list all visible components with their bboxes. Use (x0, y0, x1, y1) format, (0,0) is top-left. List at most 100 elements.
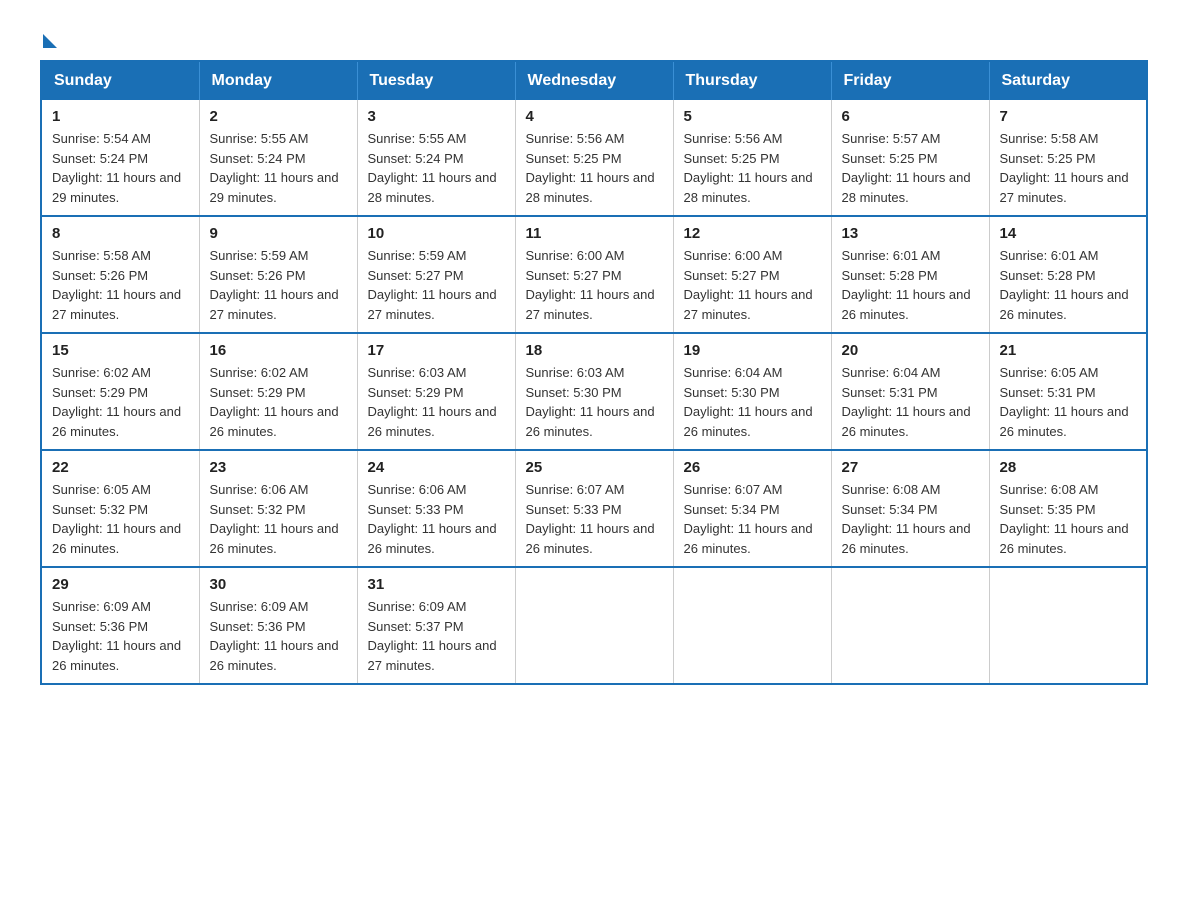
day-number: 4 (526, 108, 663, 125)
day-info: Sunrise: 6:09 AMSunset: 5:36 PMDaylight:… (210, 597, 347, 675)
day-number: 7 (1000, 108, 1137, 125)
weekday-header-saturday: Saturday (989, 61, 1147, 100)
day-number: 21 (1000, 342, 1137, 359)
calendar-cell: 20 Sunrise: 6:04 AMSunset: 5:31 PMDayligh… (831, 333, 989, 450)
calendar-cell: 21 Sunrise: 6:05 AMSunset: 5:31 PMDayligh… (989, 333, 1147, 450)
calendar-cell: 3 Sunrise: 5:55 AMSunset: 5:24 PMDaylight… (357, 100, 515, 216)
day-info: Sunrise: 6:00 AMSunset: 5:27 PMDaylight:… (526, 246, 663, 324)
weekday-header-wednesday: Wednesday (515, 61, 673, 100)
day-number: 12 (684, 225, 821, 242)
weekday-header-row: SundayMondayTuesdayWednesdayThursdayFrid… (41, 61, 1147, 100)
calendar-cell: 14 Sunrise: 6:01 AMSunset: 5:28 PMDayligh… (989, 216, 1147, 333)
calendar-cell: 10 Sunrise: 5:59 AMSunset: 5:27 PMDayligh… (357, 216, 515, 333)
day-info: Sunrise: 6:03 AMSunset: 5:30 PMDaylight:… (526, 363, 663, 441)
day-info: Sunrise: 6:07 AMSunset: 5:34 PMDaylight:… (684, 480, 821, 558)
calendar-cell (831, 567, 989, 684)
day-info: Sunrise: 5:59 AMSunset: 5:27 PMDaylight:… (368, 246, 505, 324)
day-info: Sunrise: 6:05 AMSunset: 5:32 PMDaylight:… (52, 480, 189, 558)
day-number: 17 (368, 342, 505, 359)
day-number: 2 (210, 108, 347, 125)
day-number: 16 (210, 342, 347, 359)
weekday-header-sunday: Sunday (41, 61, 199, 100)
day-number: 3 (368, 108, 505, 125)
day-number: 11 (526, 225, 663, 242)
calendar-cell (673, 567, 831, 684)
day-number: 15 (52, 342, 189, 359)
day-info: Sunrise: 6:04 AMSunset: 5:30 PMDaylight:… (684, 363, 821, 441)
calendar-cell: 28 Sunrise: 6:08 AMSunset: 5:35 PMDayligh… (989, 450, 1147, 567)
day-number: 26 (684, 459, 821, 476)
calendar-cell (515, 567, 673, 684)
calendar-cell: 17 Sunrise: 6:03 AMSunset: 5:29 PMDayligh… (357, 333, 515, 450)
day-number: 5 (684, 108, 821, 125)
day-info: Sunrise: 6:08 AMSunset: 5:35 PMDaylight:… (1000, 480, 1137, 558)
calendar-cell (989, 567, 1147, 684)
day-number: 10 (368, 225, 505, 242)
calendar-cell: 22 Sunrise: 6:05 AMSunset: 5:32 PMDayligh… (41, 450, 199, 567)
day-number: 25 (526, 459, 663, 476)
day-number: 6 (842, 108, 979, 125)
calendar-cell: 31 Sunrise: 6:09 AMSunset: 5:37 PMDayligh… (357, 567, 515, 684)
day-info: Sunrise: 6:02 AMSunset: 5:29 PMDaylight:… (52, 363, 189, 441)
calendar-table: SundayMondayTuesdayWednesdayThursdayFrid… (40, 60, 1148, 685)
day-info: Sunrise: 6:02 AMSunset: 5:29 PMDaylight:… (210, 363, 347, 441)
calendar-cell: 30 Sunrise: 6:09 AMSunset: 5:36 PMDayligh… (199, 567, 357, 684)
day-number: 29 (52, 576, 189, 593)
day-number: 23 (210, 459, 347, 476)
day-info: Sunrise: 6:00 AMSunset: 5:27 PMDaylight:… (684, 246, 821, 324)
day-info: Sunrise: 6:08 AMSunset: 5:34 PMDaylight:… (842, 480, 979, 558)
calendar-cell: 18 Sunrise: 6:03 AMSunset: 5:30 PMDayligh… (515, 333, 673, 450)
day-number: 31 (368, 576, 505, 593)
calendar-week-row: 8Sunrise: 5:58 AMSunset: 5:26 PMDaylight… (41, 216, 1147, 333)
calendar-cell: 29 Sunrise: 6:09 AMSunset: 5:36 PMDayligh… (41, 567, 199, 684)
day-number: 20 (842, 342, 979, 359)
day-number: 28 (1000, 459, 1137, 476)
day-info: Sunrise: 5:57 AMSunset: 5:25 PMDaylight:… (842, 129, 979, 207)
calendar-cell: 2 Sunrise: 5:55 AMSunset: 5:24 PMDaylight… (199, 100, 357, 216)
day-info: Sunrise: 6:01 AMSunset: 5:28 PMDaylight:… (1000, 246, 1137, 324)
day-number: 18 (526, 342, 663, 359)
day-info: Sunrise: 5:56 AMSunset: 5:25 PMDaylight:… (526, 129, 663, 207)
day-info: Sunrise: 5:59 AMSunset: 5:26 PMDaylight:… (210, 246, 347, 324)
day-number: 14 (1000, 225, 1137, 242)
day-info: Sunrise: 6:09 AMSunset: 5:37 PMDaylight:… (368, 597, 505, 675)
calendar-cell: 11 Sunrise: 6:00 AMSunset: 5:27 PMDayligh… (515, 216, 673, 333)
day-number: 22 (52, 459, 189, 476)
day-info: Sunrise: 6:04 AMSunset: 5:31 PMDaylight:… (842, 363, 979, 441)
day-info: Sunrise: 6:06 AMSunset: 5:33 PMDaylight:… (368, 480, 505, 558)
weekday-header-monday: Monday (199, 61, 357, 100)
day-info: Sunrise: 5:58 AMSunset: 5:26 PMDaylight:… (52, 246, 189, 324)
calendar-cell: 7 Sunrise: 5:58 AMSunset: 5:25 PMDaylight… (989, 100, 1147, 216)
day-number: 30 (210, 576, 347, 593)
day-number: 13 (842, 225, 979, 242)
day-info: Sunrise: 6:09 AMSunset: 5:36 PMDaylight:… (52, 597, 189, 675)
calendar-cell: 12 Sunrise: 6:00 AMSunset: 5:27 PMDayligh… (673, 216, 831, 333)
day-info: Sunrise: 6:01 AMSunset: 5:28 PMDaylight:… (842, 246, 979, 324)
day-number: 9 (210, 225, 347, 242)
day-info: Sunrise: 6:06 AMSunset: 5:32 PMDaylight:… (210, 480, 347, 558)
weekday-header-thursday: Thursday (673, 61, 831, 100)
logo-triangle-icon (43, 34, 57, 48)
calendar-cell: 13 Sunrise: 6:01 AMSunset: 5:28 PMDayligh… (831, 216, 989, 333)
day-number: 19 (684, 342, 821, 359)
day-info: Sunrise: 6:03 AMSunset: 5:29 PMDaylight:… (368, 363, 505, 441)
weekday-header-tuesday: Tuesday (357, 61, 515, 100)
calendar-cell: 4 Sunrise: 5:56 AMSunset: 5:25 PMDaylight… (515, 100, 673, 216)
calendar-cell: 19 Sunrise: 6:04 AMSunset: 5:30 PMDayligh… (673, 333, 831, 450)
calendar-cell: 16 Sunrise: 6:02 AMSunset: 5:29 PMDayligh… (199, 333, 357, 450)
calendar-cell: 8Sunrise: 5:58 AMSunset: 5:26 PMDaylight… (41, 216, 199, 333)
day-info: Sunrise: 6:05 AMSunset: 5:31 PMDaylight:… (1000, 363, 1137, 441)
day-number: 27 (842, 459, 979, 476)
day-info: Sunrise: 5:55 AMSunset: 5:24 PMDaylight:… (368, 129, 505, 207)
day-info: Sunrise: 5:56 AMSunset: 5:25 PMDaylight:… (684, 129, 821, 207)
day-info: Sunrise: 5:54 AMSunset: 5:24 PMDaylight:… (52, 129, 189, 207)
calendar-cell: 26 Sunrise: 6:07 AMSunset: 5:34 PMDayligh… (673, 450, 831, 567)
calendar-week-row: 29 Sunrise: 6:09 AMSunset: 5:36 PMDayligh… (41, 567, 1147, 684)
calendar-cell: 24Sunrise: 6:06 AMSunset: 5:33 PMDayligh… (357, 450, 515, 567)
day-info: Sunrise: 5:58 AMSunset: 5:25 PMDaylight:… (1000, 129, 1137, 207)
day-info: Sunrise: 6:07 AMSunset: 5:33 PMDaylight:… (526, 480, 663, 558)
calendar-cell: 15 Sunrise: 6:02 AMSunset: 5:29 PMDayligh… (41, 333, 199, 450)
day-info: Sunrise: 5:55 AMSunset: 5:24 PMDaylight:… (210, 129, 347, 207)
weekday-header-friday: Friday (831, 61, 989, 100)
day-number: 1 (52, 108, 189, 125)
